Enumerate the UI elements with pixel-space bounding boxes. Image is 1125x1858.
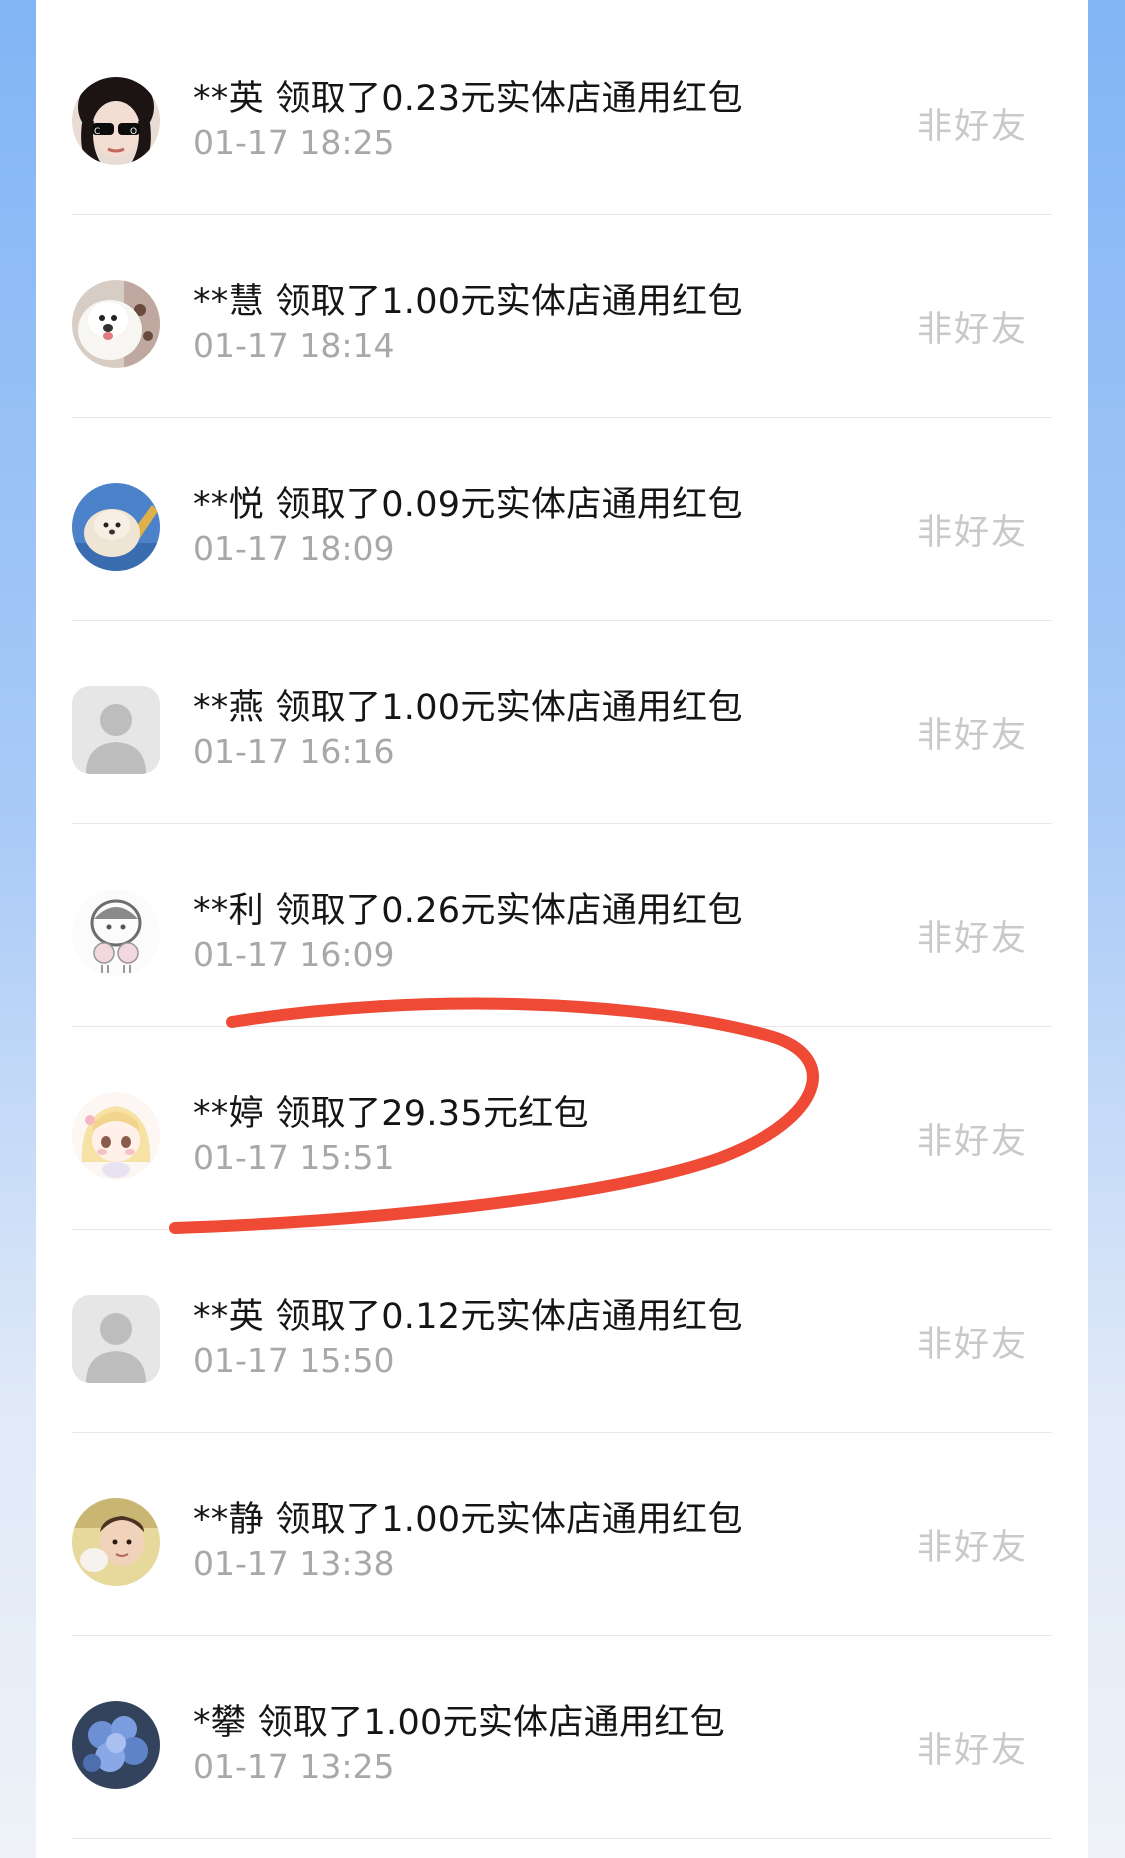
record-title: **英 领取了0.12元实体店通用红包 xyxy=(193,1288,743,1339)
friend-status: 非好友 xyxy=(916,513,1028,553)
record-time: 01-17 13:38 xyxy=(193,1544,395,1583)
record-title: **燕 领取了1.00元实体店通用红包 xyxy=(193,679,743,730)
user-name: **静 xyxy=(193,1500,264,1540)
svg-text:C: C xyxy=(94,127,100,137)
user-name: **燕 xyxy=(193,688,264,728)
record-title: **利 领取了0.26元实体店通用红包 xyxy=(193,882,743,933)
record-action: 领取了0.09元实体店通用红包 xyxy=(275,485,743,525)
record-action: 领取了29.35元红包 xyxy=(275,1094,589,1134)
list-item[interactable]: C O **英 领取了0.23元实体店通用红包 01-17 18:25 非好友 xyxy=(36,12,1088,215)
record-action: 领取了1.00元实体店通用红包 xyxy=(275,1500,743,1540)
record-title: **慧 领取了1.00元实体店通用红包 xyxy=(193,273,743,324)
record-action: 领取了1.00元实体店通用红包 xyxy=(275,282,743,322)
record-time: 01-17 16:09 xyxy=(193,935,395,974)
user-name: **英 xyxy=(193,79,264,119)
record-title: **悦 领取了0.09元实体店通用红包 xyxy=(193,476,743,527)
friend-status: 非好友 xyxy=(916,310,1028,350)
avatar[interactable] xyxy=(72,483,160,571)
user-name: **悦 xyxy=(193,485,264,525)
record-action: 领取了1.00元实体店通用红包 xyxy=(257,1703,725,1743)
record-time: 01-17 15:51 xyxy=(193,1138,395,1177)
sunglasses-avatar-icon: C O xyxy=(72,77,160,165)
red-packet-record-list: C O **英 领取了0.23元实体店通用红包 01-17 18:25 非好友 xyxy=(36,0,1088,1858)
friend-status: 非好友 xyxy=(916,716,1028,756)
default-user-avatar-icon xyxy=(72,686,160,774)
record-action: 领取了0.26元实体店通用红包 xyxy=(275,891,743,931)
user-name: *攀 xyxy=(193,1703,247,1743)
avatar[interactable] xyxy=(72,1498,160,1586)
user-name: **利 xyxy=(193,891,264,931)
avatar[interactable] xyxy=(72,1295,160,1383)
flower-avatar-icon xyxy=(72,1701,160,1789)
user-name: **慧 xyxy=(193,282,264,322)
record-title: **静 领取了1.00元实体店通用红包 xyxy=(193,1491,743,1542)
record-title: **英 领取了0.23元实体店通用红包 xyxy=(193,70,743,121)
avatar[interactable] xyxy=(72,280,160,368)
record-action: 领取了0.12元实体店通用红包 xyxy=(275,1297,743,1337)
record-time: 01-17 18:14 xyxy=(193,326,395,365)
sketch-girl-avatar-icon xyxy=(72,889,160,977)
record-time: 01-17 16:16 xyxy=(193,732,395,771)
list-item[interactable]: **燕 领取了1.00元实体店通用红包 01-17 16:16 非好友 xyxy=(36,621,1088,824)
list-item[interactable]: **静 领取了1.00元实体店通用红包 01-17 13:38 非好友 xyxy=(36,1433,1088,1636)
avatar[interactable] xyxy=(72,1092,160,1180)
list-item[interactable]: **慧 领取了1.00元实体店通用红包 01-17 18:14 非好友 xyxy=(36,215,1088,418)
child-photo-avatar-icon xyxy=(72,1498,160,1586)
friend-status: 非好友 xyxy=(916,919,1028,959)
list-item[interactable]: **悦 领取了0.09元实体店通用红包 01-17 18:09 非好友 xyxy=(36,418,1088,621)
user-name: **英 xyxy=(193,1297,264,1337)
list-item[interactable]: **婷 领取了29.35元红包 01-17 15:51 非好友 xyxy=(36,1027,1088,1230)
svg-text:O: O xyxy=(130,127,137,137)
list-item[interactable]: **英 领取了0.12元实体店通用红包 01-17 15:50 非好友 xyxy=(36,1230,1088,1433)
friend-status: 非好友 xyxy=(916,107,1028,147)
anime-girl-avatar-icon xyxy=(72,1092,160,1180)
list-item[interactable]: *攀 领取了1.00元实体店通用红包 01-17 13:25 非好友 xyxy=(36,1636,1088,1839)
record-action: 领取了0.23元实体店通用红包 xyxy=(275,79,743,119)
friend-status: 非好友 xyxy=(916,1528,1028,1568)
avatar[interactable] xyxy=(72,889,160,977)
friend-status: 非好友 xyxy=(916,1122,1028,1162)
default-user-avatar-icon xyxy=(72,1295,160,1383)
record-time: 01-17 13:25 xyxy=(193,1747,395,1786)
fluffy-pet-avatar-icon xyxy=(72,483,160,571)
friend-status: 非好友 xyxy=(916,1731,1028,1771)
friend-status: 非好友 xyxy=(916,1325,1028,1365)
avatar[interactable] xyxy=(72,1701,160,1789)
avatar[interactable]: C O xyxy=(72,77,160,165)
record-time: 01-17 15:50 xyxy=(193,1341,395,1380)
white-dog-avatar-icon xyxy=(72,280,160,368)
record-action: 领取了1.00元实体店通用红包 xyxy=(275,688,743,728)
record-title: **婷 领取了29.35元红包 xyxy=(193,1085,589,1136)
record-title: *攀 领取了1.00元实体店通用红包 xyxy=(193,1694,725,1745)
record-time: 01-17 18:09 xyxy=(193,529,395,568)
record-time: 01-17 18:25 xyxy=(193,123,395,162)
user-name: **婷 xyxy=(193,1094,264,1134)
list-item[interactable]: **利 领取了0.26元实体店通用红包 01-17 16:09 非好友 xyxy=(36,824,1088,1027)
avatar[interactable] xyxy=(72,686,160,774)
